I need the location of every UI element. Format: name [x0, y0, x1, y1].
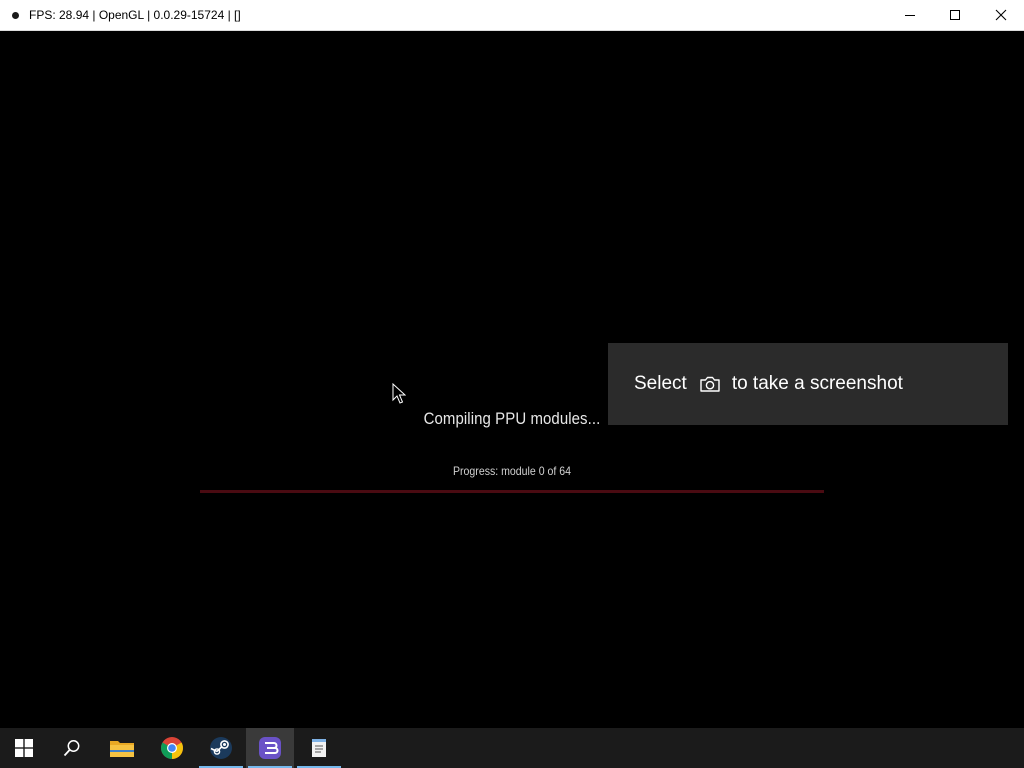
- taskbar-notepad[interactable]: [295, 728, 343, 768]
- minimize-button[interactable]: [887, 0, 933, 30]
- app-icon: [12, 12, 19, 19]
- taskbar-steam[interactable]: [197, 728, 245, 768]
- chrome-icon: [161, 737, 183, 759]
- camera-icon: [699, 375, 721, 393]
- progress-status-text: Progress: module 0 of 64: [452, 464, 571, 478]
- screenshot-toast: Select to take a screenshot: [608, 343, 1008, 425]
- folder-icon: [110, 741, 134, 757]
- notepad-icon: [312, 739, 326, 757]
- minimize-icon: [905, 15, 915, 16]
- taskbar-rpcs3[interactable]: [246, 728, 294, 768]
- start-button[interactable]: [0, 728, 48, 768]
- maximize-button[interactable]: [932, 0, 978, 30]
- search-button[interactable]: [48, 728, 96, 768]
- progress-bar: [200, 490, 824, 493]
- window-title-bar[interactable]: FPS: 28.94 | OpenGL | 0.0.29-15724 | []: [0, 0, 1024, 31]
- toast-select-label: Select: [634, 373, 687, 394]
- taskbar-chrome[interactable]: [148, 728, 196, 768]
- maximize-icon: [950, 10, 960, 20]
- mouse-pointer-icon: [392, 383, 406, 404]
- toast-action-label: to take a screenshot: [731, 373, 903, 394]
- window-title: FPS: 28.94 | OpenGL | 0.0.29-15724 | []: [29, 8, 241, 22]
- close-icon: [995, 9, 1007, 21]
- taskbar-file-explorer[interactable]: [98, 728, 146, 768]
- steam-icon: [210, 737, 232, 759]
- windows-start-icon: [15, 739, 33, 757]
- rpcs3-icon: [259, 737, 281, 759]
- taskbar: [0, 728, 1024, 768]
- search-icon: [63, 740, 80, 757]
- close-button[interactable]: [978, 0, 1024, 30]
